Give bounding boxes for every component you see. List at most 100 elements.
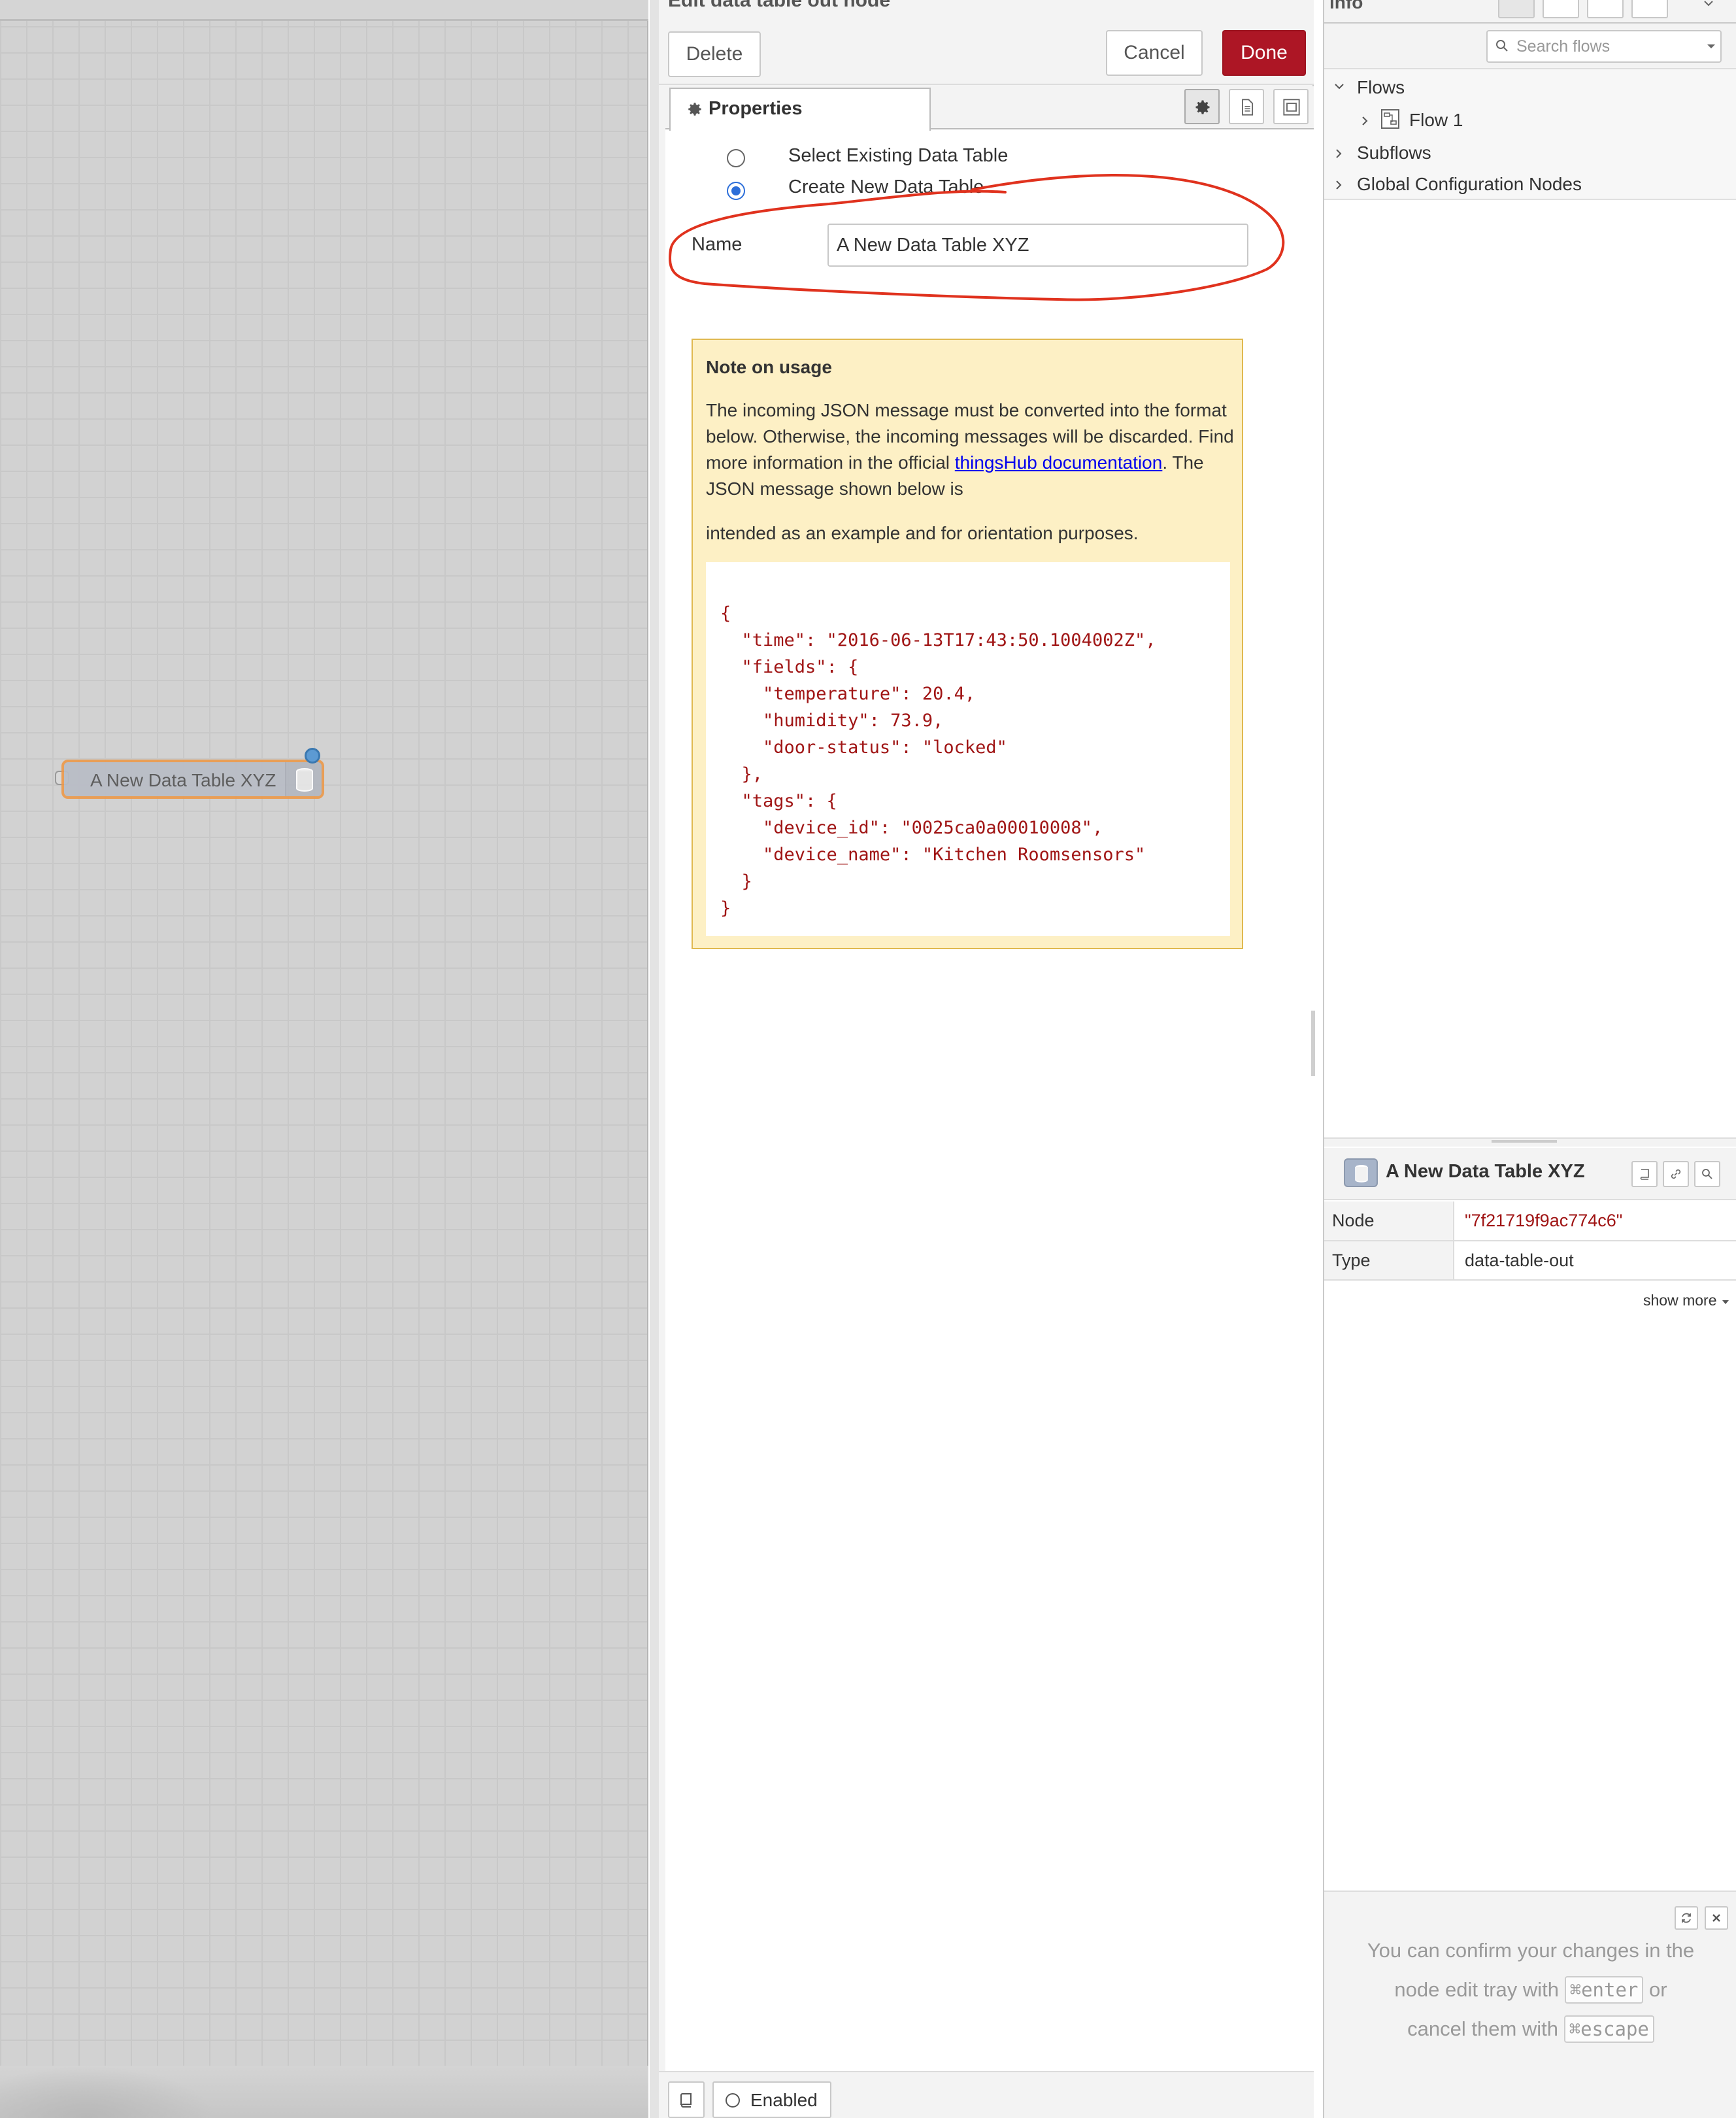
help-tip-line-3: cancel them with ⌘escape [1324, 2009, 1736, 2049]
node-edit-tray: Edit data table out node Delete Cancel D… [650, 0, 1315, 2118]
tab-properties-label: Properties [709, 98, 803, 119]
help-tip-text: You can confirm your changes in the node… [1324, 1931, 1736, 2049]
config-tab-button[interactable] [1631, 0, 1668, 18]
tree-item-flow-1-label: Flow 1 [1409, 110, 1463, 130]
help-tip-line-3-text: cancel them with [1407, 2017, 1559, 2040]
flow-node-label: A New Data Table XYZ [90, 770, 276, 790]
gear-icon [1195, 100, 1210, 114]
chevron-right-icon[interactable] [1335, 148, 1344, 160]
node-type-icon [1344, 1158, 1378, 1187]
table-row: Node "7f21719f9ac774c6" [1324, 1202, 1736, 1241]
chevron-down-icon[interactable] [1702, 0, 1715, 8]
tray-tab-bar: Properties [665, 86, 1314, 131]
help-tab-button[interactable] [1543, 0, 1579, 18]
help-tip-line-2: node edit tray with ⌘enter or [1324, 1970, 1736, 2009]
search-icon [1702, 1169, 1712, 1179]
object-group-icon [1283, 99, 1300, 116]
sidebar-split-handle[interactable] [1324, 1137, 1736, 1147]
flow-icon [1381, 109, 1399, 129]
info-tab-button[interactable] [1498, 0, 1535, 18]
chevron-right-icon[interactable] [1361, 115, 1370, 127]
node-type-key: Type [1324, 1241, 1454, 1281]
flow-search-bar [1324, 24, 1736, 69]
node-enabled-toggle[interactable]: Enabled [712, 2081, 831, 2118]
tab-node-settings[interactable] [1184, 89, 1220, 124]
node-info-header: A New Data Table XYZ [1324, 1148, 1736, 1200]
book-icon [1640, 1169, 1649, 1180]
sidebar-tab-bar: info [1324, 0, 1736, 24]
done-button[interactable]: Done [1222, 30, 1306, 76]
help-tip-or-text: or [1649, 1978, 1667, 2001]
radio-select-existing-label: Select Existing Data Table [788, 145, 1009, 166]
refresh-tip-button[interactable] [1675, 1906, 1698, 1930]
caret-down-icon[interactable] [1706, 43, 1716, 50]
flow-canvas[interactable]: A New Data Table XYZ [0, 0, 648, 2118]
tree-item-subflows[interactable]: Subflows [1324, 136, 1736, 169]
show-more-label: show more [1643, 1292, 1717, 1309]
tray-resize-handle[interactable] [1311, 1011, 1315, 1076]
flow-node-data-table-out[interactable]: A New Data Table XYZ [61, 760, 324, 799]
flow-node-icon-area [285, 762, 322, 796]
node-id-key: Node [1324, 1202, 1454, 1241]
node-info-title: A New Data Table XYZ [1386, 1161, 1585, 1182]
search-flows-input[interactable] [1486, 30, 1722, 63]
enabled-label: Enabled [750, 2090, 818, 2110]
json-example-code: { "time": "2016-06-13T17:43:50.1004002Z"… [706, 562, 1230, 936]
tab-node-appearance[interactable] [1273, 89, 1309, 124]
usage-note: Note on usage The incoming JSON message … [692, 339, 1243, 949]
database-icon [296, 768, 313, 792]
help-tip-line-1: You can confirm your changes in the [1367, 1939, 1695, 1962]
node-link-button[interactable] [1663, 1161, 1689, 1187]
tree-item-subflows-label: Subflows [1357, 143, 1431, 163]
node-properties-table: Node "7f21719f9ac774c6" Type data-table-… [1324, 1202, 1736, 1281]
caret-down-icon [1722, 1300, 1729, 1304]
help-tip-box: You can confirm your changes in the node… [1324, 1891, 1736, 2118]
tab-node-description[interactable] [1229, 89, 1264, 124]
shortcut-enter-key: ⌘enter [1564, 1976, 1644, 2004]
thingshub-documentation-link[interactable]: thingsHub documentation [955, 452, 1163, 473]
node-search-button[interactable] [1694, 1161, 1720, 1187]
show-more-link[interactable]: show more [1643, 1292, 1730, 1309]
tree-item-flow-1[interactable]: Flow 1 [1324, 103, 1736, 136]
radio-select-existing-table[interactable] [727, 149, 745, 167]
note-text-part-3: intended as an example and for orientati… [706, 523, 1139, 543]
database-icon [1355, 1165, 1368, 1183]
gear-icon [688, 103, 701, 116]
debug-tab-button[interactable] [1587, 0, 1624, 18]
node-changed-indicator [305, 748, 320, 764]
sidebar-tab-info[interactable]: info [1329, 0, 1363, 13]
canvas-tab-bar [0, 0, 648, 21]
tree-item-global-config[interactable]: Global Configuration Nodes [1324, 167, 1736, 200]
note-text: The incoming JSON message must be conver… [706, 397, 1235, 546]
canvas-footer [0, 2066, 648, 2118]
help-tip-line-2-text: node edit tray with [1394, 1978, 1559, 2001]
tray-header: Edit data table out node Delete Cancel D… [659, 0, 1314, 85]
node-help-button[interactable] [668, 2081, 705, 2118]
cancel-button[interactable]: Cancel [1106, 30, 1203, 76]
search-icon [1496, 40, 1508, 52]
table-row: Type data-table-out [1324, 1241, 1736, 1281]
shortcut-escape-key: ⌘escape [1563, 2015, 1654, 2043]
tray-body: Properties Select Existing Data Table Cr… [665, 86, 1314, 2071]
circle-icon [726, 2093, 740, 2108]
tray-title: Edit data table out node [668, 0, 891, 11]
link-icon [1671, 1169, 1681, 1179]
chevron-down-icon[interactable] [1333, 82, 1345, 92]
close-icon [1712, 1914, 1720, 1922]
tab-properties[interactable]: Properties [669, 88, 931, 131]
note-title: Note on usage [706, 357, 832, 377]
tree-item-global-config-label: Global Configuration Nodes [1357, 174, 1582, 194]
sidebar: info Flows Flo [1323, 0, 1736, 2118]
chevron-right-icon[interactable] [1335, 179, 1344, 191]
tree-item-flows-label: Flows [1357, 77, 1405, 97]
node-id-value: "7f21719f9ac774c6" [1454, 1202, 1736, 1241]
file-text-icon [1242, 99, 1254, 116]
node-type-value: data-table-out [1454, 1241, 1736, 1281]
tray-footer: Enabled [659, 2071, 1314, 2118]
book-icon [680, 2093, 692, 2108]
node-help-button[interactable] [1631, 1161, 1658, 1187]
refresh-icon [1682, 1913, 1691, 1923]
close-tip-button[interactable] [1705, 1906, 1728, 1930]
tree-item-flows[interactable]: Flows [1324, 71, 1736, 103]
delete-button[interactable]: Delete [668, 31, 761, 77]
